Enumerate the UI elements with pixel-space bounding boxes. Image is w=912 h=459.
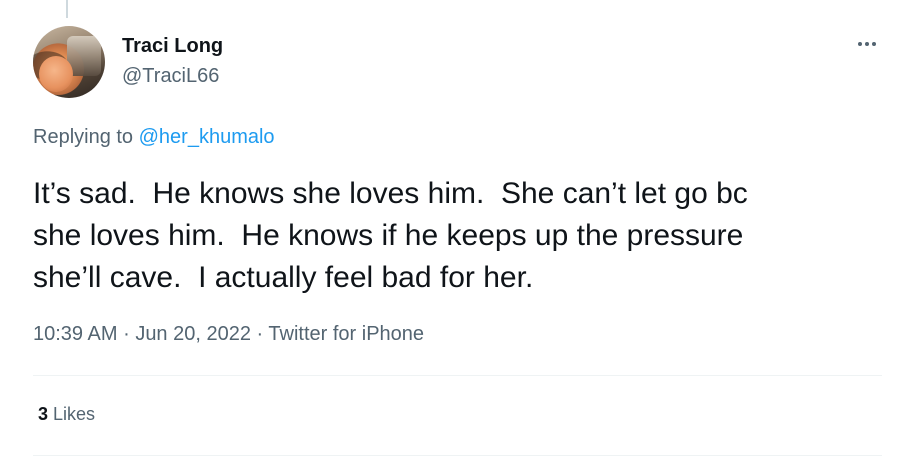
replying-to-mention-link[interactable]: @her_khumalo	[139, 126, 275, 148]
author-handle[interactable]: @TraciL66	[122, 65, 219, 88]
thread-connector-line	[66, 0, 68, 18]
tweet-date-link[interactable]: Jun 20, 2022	[135, 323, 251, 345]
more-horizontal-icon	[858, 42, 862, 46]
divider	[33, 375, 882, 376]
likes-count: 3	[38, 404, 49, 424]
more-horizontal-icon-dot	[865, 42, 869, 46]
likes-label: Likes	[53, 404, 96, 424]
tweet-text: It’s sad. He knows she loves him. She ca…	[33, 177, 748, 294]
avatar-face	[39, 56, 73, 92]
divider	[33, 455, 882, 456]
replying-to-prefix: Replying to	[33, 126, 134, 148]
tweet-source-link[interactable]: Twitter for iPhone	[268, 323, 424, 345]
meta-separator: ·	[256, 323, 264, 345]
author-display-name[interactable]: Traci Long	[122, 35, 223, 58]
tweet-time-link[interactable]: 10:39 AM	[33, 323, 118, 345]
likes-link[interactable]: 3 Likes	[38, 404, 95, 425]
meta-separator: ·	[123, 323, 130, 345]
avatar[interactable]	[33, 26, 105, 98]
more-horizontal-icon-dot	[872, 42, 876, 46]
replying-to-line: Replying to @her_khumalo	[33, 126, 275, 149]
more-options-button[interactable]	[849, 32, 885, 56]
tweet-metadata: 10:39 AM · Jun 20, 2022 · Twitter for iP…	[33, 323, 424, 346]
